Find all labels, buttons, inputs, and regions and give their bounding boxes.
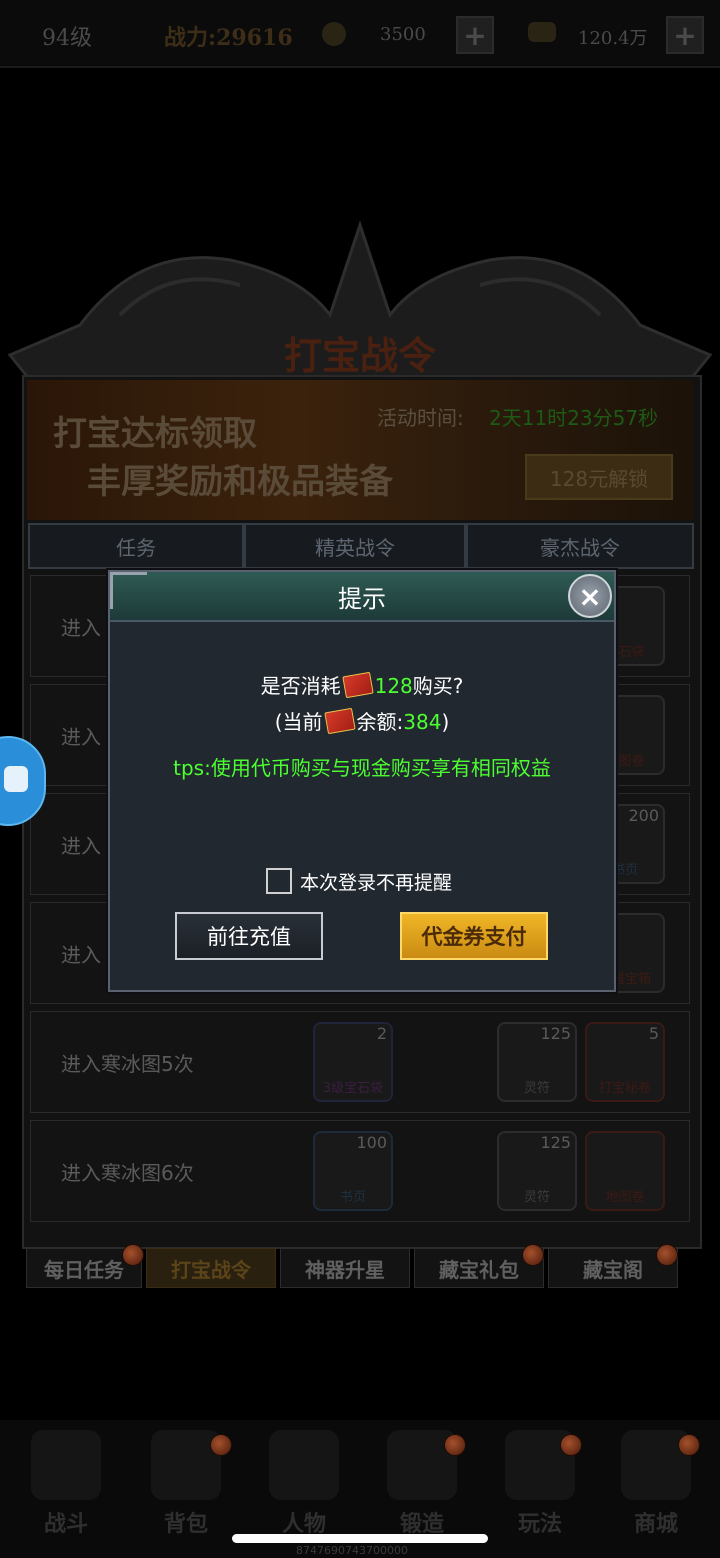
notification-dot xyxy=(560,1434,582,1456)
banner-line-1: 打宝达标领取 xyxy=(53,414,257,454)
gamepad-icon xyxy=(4,766,28,792)
question-suffix: 购买? xyxy=(412,674,464,698)
balance-prefix: (当前 xyxy=(274,710,323,734)
no-reminder-checkbox[interactable] xyxy=(266,868,292,894)
tip-text: tps:使用代币购买与现金购买享有相同权益 xyxy=(173,756,551,780)
tab-elite-pass[interactable]: 精英战令 xyxy=(244,523,466,569)
nav-gameplay[interactable]: 玩法 xyxy=(480,1420,600,1538)
tab-hero-pass[interactable]: 豪杰战令 xyxy=(466,523,694,569)
task-row-text: 进入 xyxy=(61,616,101,640)
footer-code: 8747690743700000 xyxy=(296,1544,408,1557)
reward-item-name: 书页 xyxy=(339,1190,366,1205)
notification-dot xyxy=(522,1244,544,1266)
reward-item-name: 灵符 xyxy=(523,1190,550,1205)
balance-value: 384 xyxy=(403,710,442,734)
notification-dot xyxy=(444,1434,466,1456)
home-indicator[interactable] xyxy=(232,1534,488,1543)
task-row-text: 进入 xyxy=(61,943,101,967)
voucher-icon xyxy=(341,671,374,699)
activity-time-value: 2天11时23分57秒 xyxy=(489,406,659,430)
reward-item[interactable]: 125 灵符 xyxy=(497,1131,577,1211)
balance-label: 余额: xyxy=(356,710,404,734)
panel-title: 打宝战令 xyxy=(283,333,436,378)
tab-artifact-star[interactable]: 神器升星 xyxy=(280,1248,410,1288)
top-status-bar: 94级 战力:29616 3500 + 120.4万 + xyxy=(0,0,720,68)
reward-item-name: 灵符 xyxy=(523,1081,550,1096)
reward-item-count: 100 xyxy=(356,1133,387,1152)
nav-label: 背包 xyxy=(163,1512,208,1537)
add-gold-button[interactable]: + xyxy=(456,16,494,54)
reward-item-name: 打宝秘卷 xyxy=(598,1081,651,1096)
notification-dot xyxy=(210,1434,232,1456)
reward-item-name: 地图卷 xyxy=(605,1190,645,1205)
power-label: 战力:29616 xyxy=(164,25,293,51)
banner-line-2: 丰厚奖励和极品装备 xyxy=(87,462,393,502)
voucher-icon xyxy=(323,707,356,735)
nav-label: 战斗 xyxy=(43,1512,88,1537)
tab-tasks[interactable]: 任务 xyxy=(28,523,244,569)
level-label: 94级 xyxy=(42,26,92,51)
reward-item-count: 2 xyxy=(376,1024,387,1043)
reward-item-count: 125 xyxy=(540,1024,571,1043)
dialog-title: 提示 xyxy=(110,572,614,622)
reward-item[interactable]: 5 打宝秘卷 xyxy=(585,1022,665,1102)
notification-dot xyxy=(678,1434,700,1456)
corner-ornament-icon xyxy=(110,572,147,609)
nav-label: 商城 xyxy=(633,1512,678,1537)
reward-item[interactable]: 2 3级宝石袋 xyxy=(313,1022,393,1102)
unlock-button[interactable]: 128元解锁 xyxy=(525,454,673,500)
balance-line: (当前 余额:384) xyxy=(110,706,614,735)
voucher-cost: 128 xyxy=(374,674,413,698)
helmet-icon xyxy=(269,1430,339,1500)
ingot-value: 120.4万 xyxy=(578,28,648,49)
go-recharge-button[interactable]: 前往充值 xyxy=(175,912,323,960)
task-row-text: 进入 xyxy=(61,725,101,749)
ingot-icon xyxy=(528,22,556,42)
purchase-question: 是否消耗 128购买? xyxy=(110,670,614,699)
nav-character[interactable]: 人物 xyxy=(244,1420,364,1538)
reward-item-name: 3级宝石袋 xyxy=(322,1081,384,1096)
promo-banner: 打宝达标领取 丰厚奖励和极品装备 活动时间: 2天11时23分57秒 128元解… xyxy=(27,380,693,520)
no-reminder-label: 本次登录不再提醒 xyxy=(300,872,453,894)
gold-coin-icon xyxy=(322,22,346,46)
question-prefix: 是否消耗 xyxy=(260,674,341,698)
balance-suffix: ) xyxy=(441,710,450,734)
tab-treasure-pass[interactable]: 打宝战令 xyxy=(146,1248,276,1288)
task-row-text: 进入寒冰图6次 xyxy=(61,1161,194,1185)
reward-item[interactable]: 125 灵符 xyxy=(497,1022,577,1102)
activity-time-label: 活动时间: xyxy=(377,406,464,430)
notification-dot xyxy=(656,1244,678,1266)
task-row: 进入寒冰图6次 100 书页 125 灵符 地图卷 xyxy=(30,1120,690,1222)
task-row-text: 进入 xyxy=(61,834,101,858)
nav-label: 玩法 xyxy=(517,1512,562,1537)
close-icon[interactable]: × xyxy=(568,574,612,618)
task-row: 进入寒冰图5次 2 3级宝石袋 125 灵符 5 打宝秘卷 xyxy=(30,1011,690,1113)
nav-battle[interactable]: 战斗 xyxy=(6,1420,126,1538)
reward-item-count: 5 xyxy=(648,1024,659,1043)
task-row-text: 进入寒冰图5次 xyxy=(61,1052,194,1076)
reward-item-count: 200 xyxy=(628,806,659,825)
reward-item-count: 125 xyxy=(540,1133,571,1152)
notification-dot xyxy=(122,1244,144,1266)
crossed-swords-icon xyxy=(31,1430,101,1500)
voucher-pay-button[interactable]: 代金券支付 xyxy=(400,912,548,960)
reward-item[interactable]: 100 书页 xyxy=(313,1131,393,1211)
reward-item[interactable]: 地图卷 xyxy=(585,1131,665,1211)
add-ingot-button[interactable]: + xyxy=(666,16,704,54)
gold-value: 3500 xyxy=(380,24,426,45)
